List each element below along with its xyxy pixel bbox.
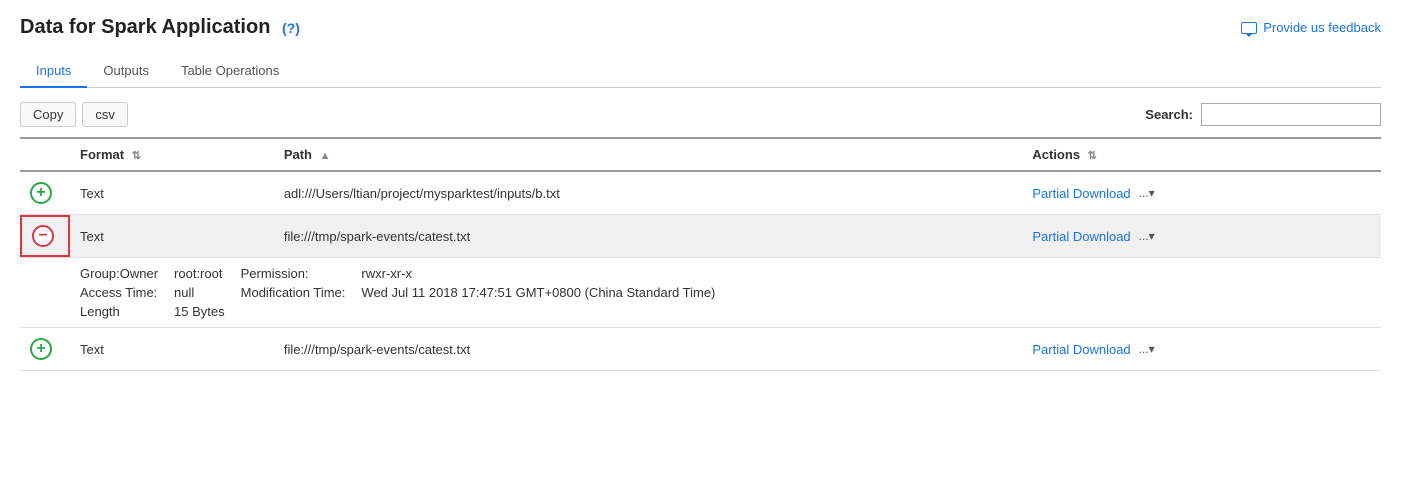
row2-remove-icon[interactable]: −: [32, 225, 54, 247]
row1-format-cell: Text: [70, 171, 274, 215]
page-header: Data for Spark Application (?) Provide u…: [20, 16, 1381, 39]
csv-button[interactable]: csv: [82, 102, 128, 127]
copy-button[interactable]: Copy: [20, 102, 76, 127]
path-sort-icon[interactable]: ▲: [320, 150, 331, 162]
row3-icon-cell: +: [20, 328, 70, 371]
length-label: Length: [80, 304, 158, 319]
row3-actions: Partial Download ...▾: [1032, 342, 1371, 357]
row3-add-icon[interactable]: +: [30, 338, 52, 360]
row3-actions-cell: Partial Download ...▾: [1022, 328, 1381, 371]
row3-format-cell: Text: [70, 328, 274, 371]
help-icon[interactable]: (?): [282, 20, 300, 36]
col-icon: [20, 138, 70, 171]
row1-path-cell: adl:///Users/ltian/project/mysparktest/i…: [274, 171, 1023, 215]
col-actions: Actions ⇅: [1022, 138, 1381, 171]
row3-path: file:///tmp/spark-events/catest.txt: [284, 342, 470, 357]
feedback-icon: [1241, 22, 1257, 34]
toolbar: Copy csv Search:: [20, 102, 1381, 127]
toolbar-left: Copy csv: [20, 102, 128, 127]
row1-actions-cell: Partial Download ...▾: [1022, 171, 1381, 215]
format-sort-icon[interactable]: ⇅: [132, 150, 141, 162]
row2-actions: Partial Download ...▾: [1032, 229, 1371, 244]
group-value: root:root: [174, 266, 225, 281]
row2-format: Text: [80, 229, 104, 244]
row2-dropdown[interactable]: ...▾: [1139, 229, 1155, 243]
table-row: − Text file:///tmp/spark-events/catest.t…: [20, 215, 1381, 258]
access-time-value: null: [174, 285, 225, 300]
row1-partial-download[interactable]: Partial Download: [1032, 186, 1130, 201]
header-row: Format ⇅ Path ▲ Actions ⇅: [20, 138, 1381, 171]
row2-format-cell: Text: [70, 215, 274, 258]
feedback-link[interactable]: Provide us feedback: [1241, 20, 1381, 35]
col-path: Path ▲: [274, 138, 1023, 171]
access-time-label: Access Time:: [80, 285, 158, 300]
group-label: Group:Owner: [80, 266, 158, 281]
row2-path-cell: file:///tmp/spark-events/catest.txt: [274, 215, 1023, 258]
title-text: Data for Spark Application: [20, 16, 270, 38]
row1-icon-cell: +: [20, 171, 70, 215]
expanded-detail-cell: Group:Owner root:root Permission: rwxr-x…: [20, 258, 1381, 328]
row1-add-icon[interactable]: +: [30, 182, 52, 204]
table-row: + Text file:///tmp/spark-events/catest.t…: [20, 328, 1381, 371]
row3-format: Text: [80, 342, 104, 357]
length-value: 15 Bytes: [174, 304, 225, 319]
row3-dropdown[interactable]: ...▾: [1139, 342, 1155, 356]
data-table: Format ⇅ Path ▲ Actions ⇅ +: [20, 137, 1381, 371]
feedback-label: Provide us feedback: [1263, 20, 1381, 35]
row2-path: file:///tmp/spark-events/catest.txt: [284, 229, 470, 244]
search-area: Search:: [1145, 103, 1381, 126]
row1-path: adl:///Users/ltian/project/mysparktest/i…: [284, 186, 560, 201]
col-format: Format ⇅: [70, 138, 274, 171]
tab-inputs[interactable]: Inputs: [20, 55, 87, 88]
search-label: Search:: [1145, 107, 1193, 122]
tab-table-operations[interactable]: Table Operations: [165, 55, 295, 88]
actions-sort-icon[interactable]: ⇅: [1088, 150, 1097, 162]
row2-actions-cell: Partial Download ...▾: [1022, 215, 1381, 258]
modification-time-value: Wed Jul 11 2018 17:47:51 GMT+0800 (China…: [361, 285, 1371, 300]
row2-icon-cell: −: [20, 215, 70, 258]
row1-dropdown[interactable]: ...▾: [1139, 186, 1155, 200]
table-body: + Text adl:///Users/ltian/project/myspar…: [20, 171, 1381, 371]
page-title-area: Data for Spark Application (?): [20, 16, 300, 39]
table-row: + Text adl:///Users/ltian/project/myspar…: [20, 171, 1381, 215]
row3-partial-download[interactable]: Partial Download: [1032, 342, 1130, 357]
search-input[interactable]: [1201, 103, 1381, 126]
row3-path-cell: file:///tmp/spark-events/catest.txt: [274, 328, 1023, 371]
tabs-bar: Inputs Outputs Table Operations: [20, 55, 1381, 88]
tab-outputs[interactable]: Outputs: [87, 55, 165, 88]
row1-actions: Partial Download ...▾: [1032, 186, 1371, 201]
row1-format: Text: [80, 186, 104, 201]
page-title: Data for Spark Application (?): [20, 16, 300, 38]
row2-partial-download[interactable]: Partial Download: [1032, 229, 1130, 244]
permission-value: rwxr-xr-x: [361, 266, 1371, 281]
permission-label: Permission:: [241, 266, 346, 281]
expanded-detail-row: Group:Owner root:root Permission: rwxr-x…: [20, 258, 1381, 328]
table-head: Format ⇅ Path ▲ Actions ⇅: [20, 138, 1381, 171]
modification-time-label: Modification Time:: [241, 285, 346, 300]
page-wrapper: Data for Spark Application (?) Provide u…: [0, 0, 1401, 387]
